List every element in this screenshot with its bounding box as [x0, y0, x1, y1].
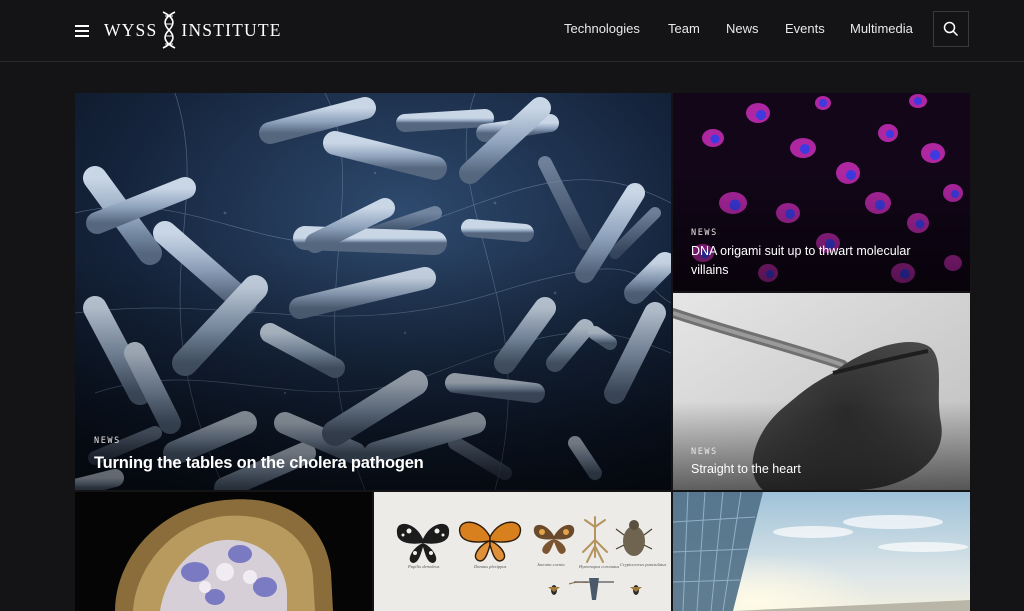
logo-wordmark-right: INSTITUTE — [181, 19, 282, 40]
nav-multimedia[interactable]: Multimedia — [850, 21, 913, 36]
feature-tile-cholera[interactable]: NEWS Turning the tables on the cholera p… — [75, 93, 671, 490]
tile-geode[interactable] — [75, 492, 372, 611]
skyscraper-image — [673, 492, 970, 611]
search-icon — [943, 21, 959, 37]
nav-events[interactable]: Events — [785, 21, 825, 36]
nav-news[interactable]: News — [726, 21, 759, 36]
dna-helix-icon — [163, 11, 176, 49]
feature-title[interactable]: Straight to the heart — [691, 462, 801, 476]
specimen-label: Danaus plexippus — [474, 564, 507, 569]
menu-icon[interactable] — [75, 22, 89, 37]
specimens-image — [374, 492, 671, 611]
image-overlay — [673, 401, 970, 490]
feature-title[interactable]: DNA origami suit up to thwart molecular … — [691, 242, 941, 280]
specimen-label: Papilio demoleus — [408, 564, 440, 569]
nav-team[interactable]: Team — [668, 21, 700, 36]
tile-specimens[interactable]: Papilio demoleus Danaus plexippus Junoni… — [374, 492, 671, 611]
specimen-labels: Papilio demoleus Danaus plexippus Junoni… — [374, 562, 671, 574]
site-logo[interactable]: WYSS INSTITUTE — [104, 10, 282, 50]
geode-image — [75, 492, 372, 611]
feature-category: NEWS — [691, 228, 718, 238]
feature-category: NEWS — [691, 447, 718, 457]
specimen-label: Cryptocercus punctulatus — [620, 562, 667, 567]
search-button[interactable] — [933, 11, 969, 47]
feature-title[interactable]: Turning the tables on the cholera pathog… — [94, 454, 424, 473]
logo-wordmark-left: WYSS — [104, 19, 158, 40]
feature-tile-heart[interactable]: NEWS Straight to the heart — [673, 293, 970, 490]
specimen-label: Junonia coenia — [537, 562, 565, 567]
site-header: WYSS INSTITUTE Technologies Team News Ev… — [0, 0, 1024, 62]
specimen-label: Hymenopus coronatus — [579, 564, 620, 569]
tile-skyline[interactable] — [673, 492, 970, 611]
feature-category: NEWS — [94, 436, 121, 446]
nav-technologies[interactable]: Technologies — [564, 21, 640, 36]
feature-tile-dna-origami[interactable]: NEWS DNA origami suit up to thwart molec… — [673, 93, 970, 291]
